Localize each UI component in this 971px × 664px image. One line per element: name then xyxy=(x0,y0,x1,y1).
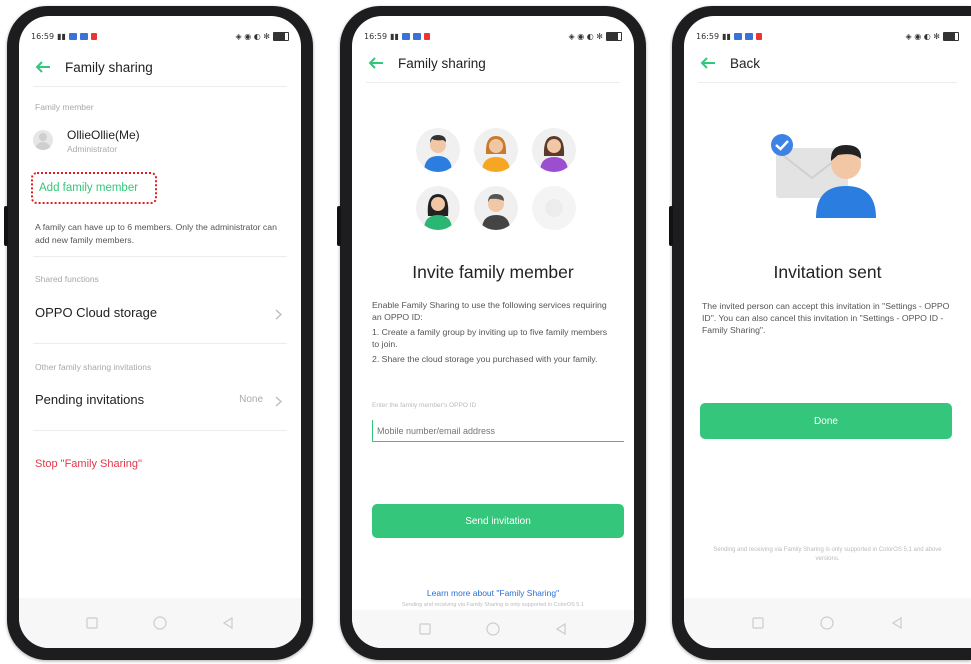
home-icon[interactable] xyxy=(486,622,500,636)
screen-invite-family-member: 16:59 ▮▮ ◈ ◉ ◐ ✻ Family sharing Invite f… xyxy=(352,16,634,648)
section-label-shared-functions: Shared functions xyxy=(35,274,99,284)
signal-icon: ▮▮ xyxy=(722,31,731,41)
invitation-sent-heading: Invitation sent xyxy=(773,262,882,282)
invite-description-step-2: 2. Share the cloud storage you purchased… xyxy=(372,354,598,364)
learn-more-link[interactable]: Learn more about "Family Sharing" xyxy=(352,588,634,598)
recents-icon[interactable] xyxy=(752,617,764,629)
app-icon xyxy=(744,32,753,40)
member-name: OllieOllie(Me) xyxy=(67,128,140,142)
side-button xyxy=(4,206,8,246)
footnote: Sending and receiving via Family Sharing… xyxy=(713,547,942,562)
battery-icon xyxy=(943,31,959,41)
divider xyxy=(698,82,957,83)
status-icons: ◈ ◉ ◐ ✻ xyxy=(568,31,603,41)
cloud-storage-row[interactable]: OPPO Cloud storage xyxy=(19,296,301,332)
divider xyxy=(366,82,620,83)
send-invitation-button[interactable]: Send invitation xyxy=(372,504,624,538)
pending-invitations-value: None xyxy=(239,394,263,405)
app-icon xyxy=(79,32,88,40)
family-avatar-illustration xyxy=(416,186,460,230)
back-icon[interactable] xyxy=(891,617,903,629)
recents-icon[interactable] xyxy=(86,617,98,629)
divider xyxy=(33,86,287,87)
footnote: Sending and receiving via Family Sharing… xyxy=(402,602,584,608)
app-icon xyxy=(90,32,97,40)
side-button xyxy=(337,206,341,246)
phone-frame-2: 16:59 ▮▮ ◈ ◉ ◐ ✻ Family sharing Invite f… xyxy=(337,6,646,660)
app-icon xyxy=(412,32,421,40)
invite-description-intro: Enable Family Sharing to use the followi… xyxy=(372,300,607,322)
cloud-storage-label: OPPO Cloud storage xyxy=(35,305,158,320)
status-bar: 16:59 ▮▮ ◈ ◉ ◐ ✻ xyxy=(364,30,622,42)
page-title: Family sharing xyxy=(65,59,153,75)
status-time: 16:59 xyxy=(31,31,55,41)
signal-icon: ▮▮ xyxy=(57,31,66,41)
screen-invitation-sent: 16:59 ▮▮ ◈ ◉ ◐ ✻ Back Invitation sent The… xyxy=(684,16,971,648)
battery-icon xyxy=(606,31,622,41)
back-icon[interactable] xyxy=(555,623,567,635)
nav-bar: Family sharing xyxy=(19,54,301,80)
back-icon[interactable] xyxy=(222,617,234,629)
recents-icon[interactable] xyxy=(419,623,431,635)
add-family-member-label: Add family member xyxy=(39,182,139,194)
phone-frame-3: 16:59 ▮▮ ◈ ◉ ◐ ✻ Back Invitation sent The… xyxy=(669,6,971,660)
back-arrow-icon[interactable] xyxy=(362,53,390,73)
app-icon xyxy=(68,32,77,40)
system-nav-bar xyxy=(352,610,634,648)
oppo-id-input-label: Enter the family member's OPPO ID xyxy=(372,402,477,409)
signal-icon: ▮▮ xyxy=(390,31,399,41)
section-label-other-invitations: Other family sharing invitations xyxy=(35,362,152,372)
family-avatar-illustration xyxy=(532,128,576,172)
invite-description-step-1: 1. Create a family group by inviting up … xyxy=(372,327,608,349)
back-arrow-icon[interactable] xyxy=(694,53,722,73)
done-button[interactable]: Done xyxy=(700,403,952,439)
avatar xyxy=(33,130,53,150)
stop-family-sharing-button[interactable]: Stop "Family Sharing" xyxy=(35,458,142,470)
pending-invitations-row[interactable]: Pending invitations None xyxy=(19,384,301,420)
chevron-right-icon xyxy=(271,307,285,321)
family-avatar-illustration xyxy=(416,128,460,172)
add-family-member-button[interactable]: Add family member xyxy=(31,172,157,204)
section-label-family-member: Family member xyxy=(35,102,94,112)
status-icons: ◈ ◉ ◐ ✻ xyxy=(905,31,940,41)
side-button xyxy=(669,206,673,246)
invitation-sent-description: The invited person can accept this invit… xyxy=(702,301,950,335)
home-icon[interactable] xyxy=(820,616,835,630)
invitation-sent-illustration xyxy=(764,128,894,218)
status-bar: 16:59 ▮▮ ◈ ◉ ◐ ✻ xyxy=(696,30,959,42)
screen-family-sharing: 16:59 ▮▮ ◈ ◉ ◐ ✻ Family sharing Family me… xyxy=(19,16,301,648)
system-nav-bar xyxy=(684,598,971,648)
status-icons: ◈ ◉ ◐ ✻ xyxy=(235,31,270,41)
pending-invitations-label: Pending invitations xyxy=(35,392,145,407)
back-label[interactable]: Back xyxy=(730,56,760,71)
family-avatar-illustration xyxy=(474,186,518,230)
app-icon xyxy=(401,32,410,40)
system-nav-bar xyxy=(19,598,301,648)
app-icon xyxy=(733,32,742,40)
empty-avatar-slot xyxy=(532,186,576,230)
status-time: 16:59 xyxy=(364,31,388,41)
divider xyxy=(33,430,287,431)
page-title: Family sharing xyxy=(398,55,486,71)
app-icon xyxy=(755,32,762,40)
divider xyxy=(33,256,287,257)
chevron-right-icon xyxy=(271,394,285,408)
family-info-text: A family can have up to 6 members. Only … xyxy=(35,222,277,245)
back-arrow-icon[interactable] xyxy=(29,57,57,77)
status-time: 16:59 xyxy=(696,31,720,41)
divider xyxy=(33,343,287,344)
home-icon[interactable] xyxy=(153,616,167,630)
phone-frame-1: 16:59 ▮▮ ◈ ◉ ◐ ✻ Family sharing Family me… xyxy=(4,6,313,660)
app-icon xyxy=(423,32,430,40)
nav-bar: Family sharing xyxy=(352,50,634,76)
nav-bar: Back xyxy=(684,50,971,76)
invite-heading: Invite family member xyxy=(412,262,574,282)
member-role: Administrator xyxy=(67,144,118,154)
family-avatar-illustration xyxy=(474,128,518,172)
status-bar: 16:59 ▮▮ ◈ ◉ ◐ ✻ xyxy=(31,30,289,42)
battery-icon xyxy=(273,31,289,41)
oppo-id-input[interactable] xyxy=(372,420,624,442)
